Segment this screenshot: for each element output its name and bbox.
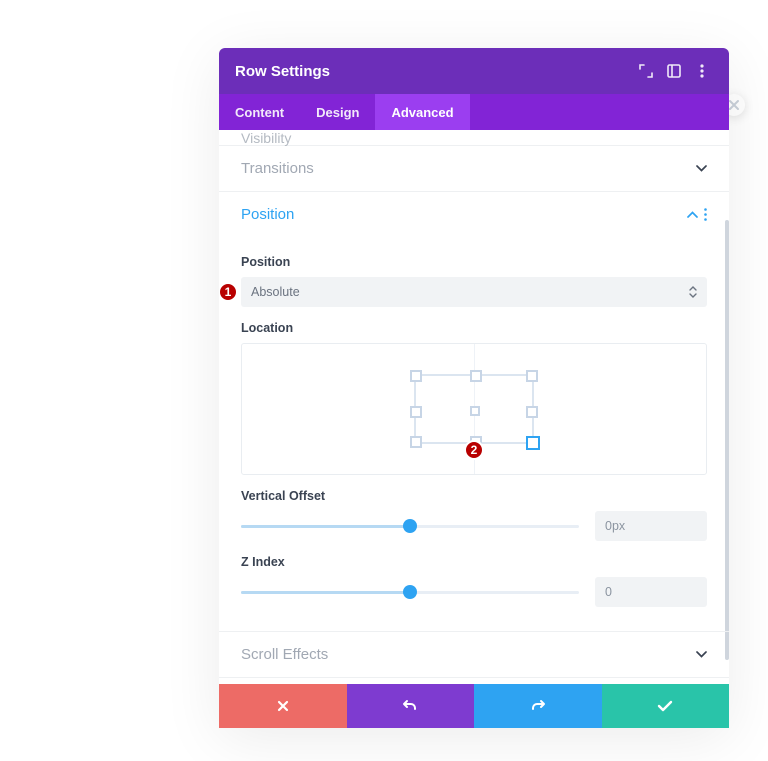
- section-transitions-label: Transitions: [241, 160, 314, 177]
- location-picker[interactable]: 2: [241, 343, 707, 475]
- location-field-label: Location: [241, 321, 707, 335]
- anchor-middle-center[interactable]: [470, 406, 480, 416]
- section-position[interactable]: Position: [219, 192, 729, 237]
- chevron-up-icon: [687, 211, 698, 218]
- position-panel: Position 1 Absolute Location: [219, 237, 729, 632]
- modal-title: Row Settings: [235, 63, 629, 80]
- expand-icon[interactable]: [635, 60, 657, 82]
- select-caret-icon: [689, 286, 697, 298]
- position-select-value: Absolute: [251, 285, 300, 299]
- annotation-badge-2: 2: [464, 440, 484, 460]
- help-link[interactable]: ? Help: [219, 678, 729, 684]
- tab-content[interactable]: Content: [219, 94, 300, 130]
- modal-header: Row Settings: [219, 48, 729, 94]
- section-scroll-effects[interactable]: Scroll Effects: [219, 632, 729, 678]
- section-kebab-icon[interactable]: [704, 208, 707, 221]
- section-scroll-effects-label: Scroll Effects: [241, 646, 328, 663]
- z-index-slider[interactable]: [241, 583, 579, 601]
- cancel-button[interactable]: [219, 684, 347, 728]
- anchor-middle-right[interactable]: [526, 406, 538, 418]
- tab-advanced[interactable]: Advanced: [375, 94, 469, 130]
- vertical-offset-slider[interactable]: [241, 517, 579, 535]
- save-button[interactable]: [602, 684, 730, 728]
- settings-tabs: Content Design Advanced: [219, 94, 729, 130]
- chevron-down-icon: [696, 165, 707, 172]
- anchor-top-right[interactable]: [526, 370, 538, 382]
- anchor-bottom-right[interactable]: [526, 436, 540, 450]
- anchor-middle-left[interactable]: [410, 406, 422, 418]
- tab-design[interactable]: Design: [300, 94, 375, 130]
- chevron-down-icon: [696, 651, 707, 658]
- position-select[interactable]: Absolute: [241, 277, 707, 307]
- section-visibility-label: Visibility: [241, 130, 291, 146]
- slider-thumb[interactable]: [403, 585, 417, 599]
- settings-modal: Row Settings Content Design Advanced Vis…: [219, 48, 729, 728]
- annotation-badge-1: 1: [219, 282, 238, 302]
- section-visibility[interactable]: Visibility: [219, 130, 729, 146]
- section-transitions[interactable]: Transitions: [219, 146, 729, 192]
- undo-button[interactable]: [347, 684, 475, 728]
- settings-body: Visibility Transitions Position Position: [219, 130, 729, 684]
- z-index-label: Z Index: [241, 555, 707, 569]
- anchor-bottom-left[interactable]: [410, 436, 422, 448]
- vertical-offset-value[interactable]: 0px: [595, 511, 707, 541]
- panel-icon[interactable]: [663, 60, 685, 82]
- slider-thumb[interactable]: [403, 519, 417, 533]
- vertical-offset-label: Vertical Offset: [241, 489, 707, 503]
- modal-footer: [219, 684, 729, 728]
- anchor-grid: [414, 374, 534, 444]
- kebab-icon[interactable]: [691, 60, 713, 82]
- anchor-top-left[interactable]: [410, 370, 422, 382]
- section-position-label: Position: [241, 206, 294, 223]
- position-field-label: Position: [241, 255, 707, 269]
- anchor-top-center[interactable]: [470, 370, 482, 382]
- z-index-value[interactable]: 0: [595, 577, 707, 607]
- redo-button[interactable]: [474, 684, 602, 728]
